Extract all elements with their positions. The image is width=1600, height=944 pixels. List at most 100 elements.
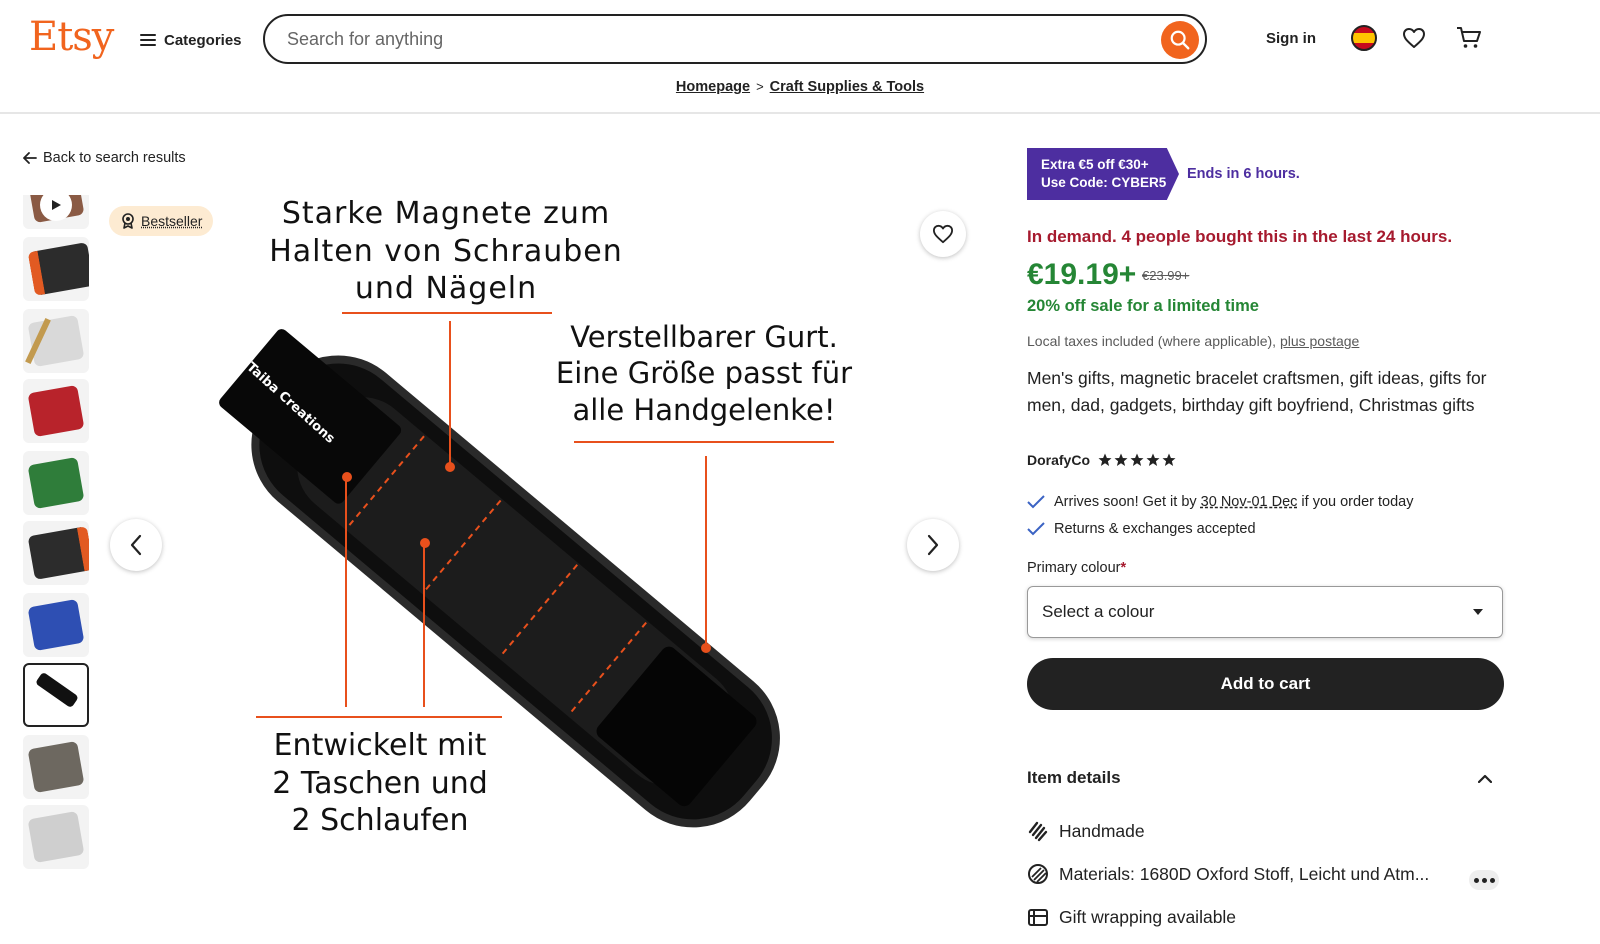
previous-image-button[interactable] xyxy=(110,519,162,571)
detail-text: Handmade xyxy=(1059,820,1145,841)
star-icon xyxy=(1098,453,1112,466)
arrival-info: Arrives soon! Get it by 30 Nov-01 Dec if… xyxy=(1027,494,1413,510)
chevron-right-icon xyxy=(927,534,939,556)
award-icon xyxy=(122,213,134,229)
detail-gift-wrap: Gift wrapping available xyxy=(1027,906,1236,928)
colour-select[interactable]: Select a colour xyxy=(1027,586,1503,638)
next-image-button[interactable] xyxy=(907,519,959,571)
handmade-icon xyxy=(1028,821,1048,842)
postage-link[interactable]: plus postage xyxy=(1280,333,1359,349)
thumbnail-image[interactable] xyxy=(23,521,89,585)
menu-icon xyxy=(140,34,156,46)
shop-name-link[interactable]: DorafyCo xyxy=(1027,452,1090,468)
search-input[interactable] xyxy=(285,28,1149,51)
checkmark-icon xyxy=(1027,522,1045,536)
cart-icon[interactable] xyxy=(1454,24,1484,52)
categories-button[interactable]: Categories xyxy=(140,24,242,56)
thumbnail-image[interactable] xyxy=(23,309,89,373)
shop-info: DorafyCo xyxy=(1027,452,1176,468)
colour-select-value: Select a colour xyxy=(1042,602,1155,621)
arrow-left-icon xyxy=(23,152,37,164)
search-icon xyxy=(1170,30,1190,50)
caption-line: Verstellbarer Gurt. xyxy=(570,320,838,354)
rating-stars[interactable] xyxy=(1098,453,1176,467)
caption-line: und Nägeln xyxy=(354,271,538,306)
materials-icon xyxy=(1028,864,1048,884)
caption-line: alle Handgelenke! xyxy=(572,392,836,427)
checkmark-icon xyxy=(1027,495,1045,509)
returns-label: Returns & exchanges accepted xyxy=(1054,521,1256,537)
item-details-heading[interactable]: Item details xyxy=(1027,768,1121,788)
thumbnail-image[interactable] xyxy=(23,451,89,515)
bestseller-label: Bestseller xyxy=(141,213,203,229)
detail-materials: Materials: 1680D Oxford Stoff, Leicht un… xyxy=(1027,863,1429,885)
returns-info: Returns & exchanges accepted xyxy=(1027,521,1256,537)
sign-in-link[interactable]: Sign in xyxy=(1266,30,1316,47)
promo-code: Use Code: CYBER5 xyxy=(1041,175,1167,191)
colour-label-text: Primary colour xyxy=(1027,560,1121,576)
listing-title: Men's gifts, magnetic bracelet craftsmen… xyxy=(1027,368,1487,415)
gift-wrap-icon xyxy=(1028,909,1048,926)
thumbnail-image[interactable] xyxy=(23,805,89,869)
favorite-button[interactable] xyxy=(920,211,966,257)
header-divider xyxy=(0,112,1600,114)
add-to-cart-button[interactable]: Add to cart xyxy=(1027,658,1504,710)
breadcrumb-homepage[interactable]: Homepage xyxy=(676,79,750,95)
thumbnail-video[interactable] xyxy=(23,195,89,229)
star-icon xyxy=(1130,453,1144,466)
taxes-label: Local taxes included (where applicable), xyxy=(1027,333,1277,349)
more-options-icon[interactable] xyxy=(1469,870,1499,890)
chevron-left-icon xyxy=(130,534,142,556)
image-caption-strap: Verstellbarer Gurt. Eine Größe passt für… xyxy=(544,319,864,428)
arrival-suffix: if you order today xyxy=(1301,494,1414,510)
thumbnail-image-selected[interactable] xyxy=(23,663,89,727)
detail-text: Gift wrapping available xyxy=(1059,906,1237,927)
arrival-prefix: Arrives soon! Get it by xyxy=(1054,494,1197,510)
image-caption-pockets: Entwickelt mit 2 Taschen und 2 Schlaufen xyxy=(250,727,510,840)
caption-line: Eine Größe passt für xyxy=(555,356,853,391)
thumbnail-image[interactable] xyxy=(23,735,89,799)
promo-countdown: Ends in 6 hours. xyxy=(1187,166,1300,182)
favorites-heart-icon[interactable] xyxy=(1400,24,1428,52)
product-image: Taiba Creations Starke Magnete zum Halte… xyxy=(108,195,956,895)
caption-line: Entwickelt mit xyxy=(273,728,487,763)
caption-line: 2 Taschen und xyxy=(272,765,488,801)
thumbnail-image[interactable] xyxy=(23,379,89,443)
taxes-note: Local taxes included (where applicable),… xyxy=(1027,333,1359,349)
breadcrumb-separator: > xyxy=(756,79,764,94)
arrival-dates[interactable]: 30 Nov-01 Dec xyxy=(1201,494,1298,510)
search-bar xyxy=(263,14,1207,64)
promo-code-box: Extra €5 off €30+ Use Code: CYBER5 xyxy=(1027,148,1179,200)
sale-price: €19.19+ xyxy=(1027,258,1137,291)
thumbnail-image[interactable] xyxy=(23,237,89,301)
etsy-logo[interactable]: Etsy xyxy=(29,14,114,60)
image-caption-magnets: Starke Magnete zum Halten von Schrauben … xyxy=(236,195,656,308)
region-flag-icon[interactable] xyxy=(1351,25,1377,51)
demand-notice: In demand. 4 people bought this in the l… xyxy=(1027,227,1453,246)
back-label: Back to search results xyxy=(43,150,186,166)
colour-label: Primary colour* xyxy=(1027,560,1126,576)
breadcrumb: Homepage > Craft Supplies & Tools xyxy=(0,79,1600,95)
heart-icon xyxy=(933,224,953,244)
detail-text: Materials: 1680D Oxford Stoff, Leicht un… xyxy=(1059,863,1430,884)
caret-down-icon xyxy=(1473,609,1483,615)
caption-line: Starke Magnete zum xyxy=(281,196,611,231)
categories-label: Categories xyxy=(164,31,242,49)
caption-line: 2 Schlaufen xyxy=(291,803,469,838)
star-icon xyxy=(1162,453,1176,466)
chevron-up-icon[interactable] xyxy=(1477,770,1493,788)
original-price: €23.99+ xyxy=(1142,268,1190,283)
detail-handmade: Handmade xyxy=(1027,820,1145,842)
caption-line: Halten von Schrauben xyxy=(269,233,623,269)
breadcrumb-craft-supplies[interactable]: Craft Supplies & Tools xyxy=(770,79,924,95)
bestseller-badge: Bestseller xyxy=(109,206,214,236)
sale-text: 20% off sale for a limited time xyxy=(1027,297,1259,315)
back-to-results-link[interactable]: Back to search results xyxy=(23,150,186,166)
thumbnail-strip xyxy=(23,195,89,885)
star-icon xyxy=(1114,453,1128,466)
required-marker: * xyxy=(1120,560,1127,576)
search-button[interactable] xyxy=(1161,21,1199,59)
star-icon xyxy=(1146,453,1160,466)
thumbnail-image[interactable] xyxy=(23,593,89,657)
promo-offer: Extra €5 off €30+ xyxy=(1041,157,1149,172)
